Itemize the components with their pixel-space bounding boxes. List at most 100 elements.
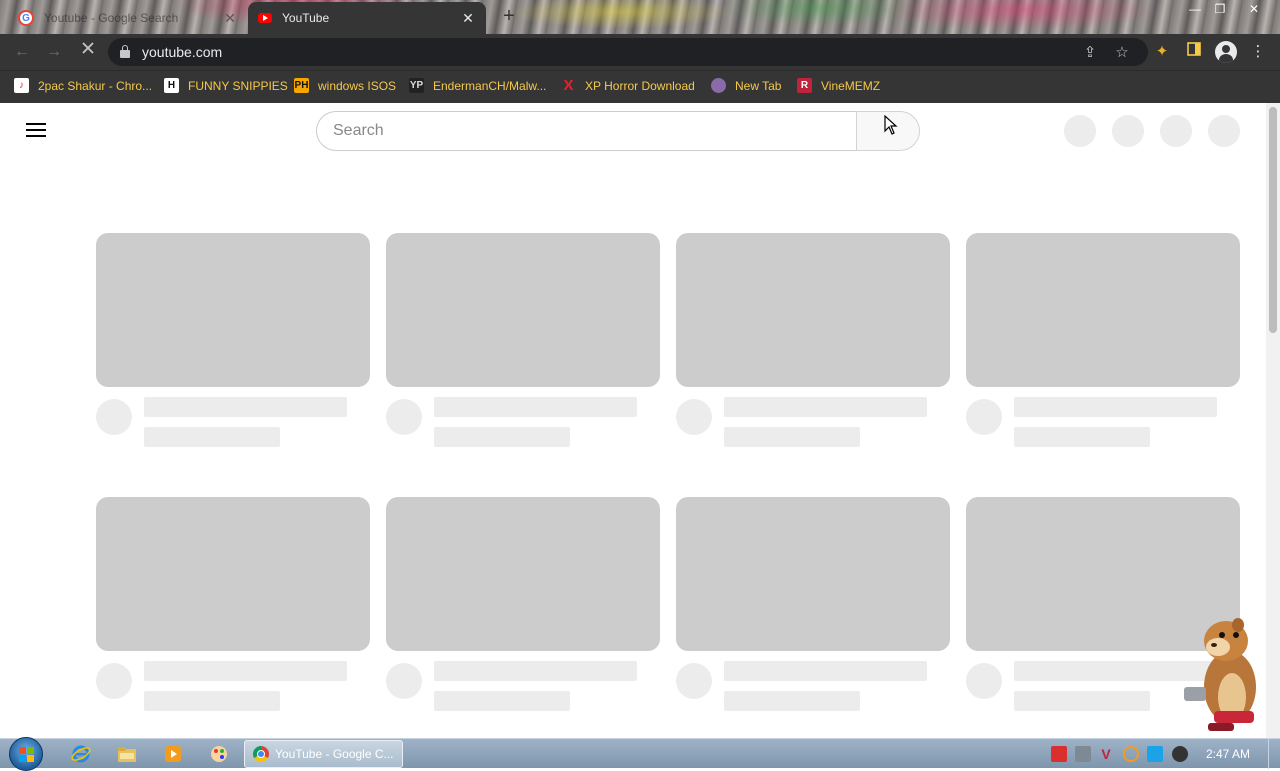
screen-recorder-tray-icon[interactable] xyxy=(1051,746,1067,762)
title-placeholder xyxy=(1014,397,1217,417)
thumbnail-placeholder xyxy=(676,497,950,651)
windows-logo-icon xyxy=(19,747,35,763)
bookmarks-bar: ♪ 2pac Shakur - Chro... H FUNNY SNIPPIES… xyxy=(0,70,1280,103)
channel-avatar-placeholder xyxy=(96,663,132,699)
new-tab-button[interactable]: + xyxy=(499,6,519,26)
profile-avatar-icon[interactable] xyxy=(1215,41,1237,63)
tab-strip: G Youtube - Google Search ✕ YouTube ✕ + … xyxy=(0,0,1280,34)
lock-icon[interactable] xyxy=(120,45,130,58)
channel-avatar-placeholder xyxy=(966,663,1002,699)
close-window-button[interactable]: ✕ xyxy=(1243,0,1265,18)
extensions-icon[interactable]: ✦ xyxy=(1152,42,1172,62)
tab-title: YouTube xyxy=(282,11,330,25)
scrollbar-thumb[interactable] xyxy=(1269,107,1277,333)
chrome-icon xyxy=(253,746,269,762)
channel-avatar-placeholder xyxy=(676,399,712,435)
bookmark-vinememz[interactable]: R VineMEMZ xyxy=(797,78,880,93)
forward-icon[interactable]: → xyxy=(42,40,66,64)
close-tab-icon[interactable]: ✕ xyxy=(460,10,476,27)
search-input[interactable] xyxy=(316,111,856,151)
google-icon: G xyxy=(18,10,34,26)
title-placeholder xyxy=(144,661,347,681)
tab-youtube[interactable]: YouTube ✕ xyxy=(248,2,486,34)
thumbnail-placeholder xyxy=(676,233,950,387)
header-placeholder-circle xyxy=(1064,115,1096,147)
minimize-button[interactable]: — xyxy=(1184,0,1206,18)
display-tray-icon[interactable] xyxy=(1147,746,1163,762)
channel-avatar-placeholder xyxy=(966,399,1002,435)
r-icon: R xyxy=(797,78,812,93)
bookmark-xp-horror[interactable]: X XP Horror Download xyxy=(561,77,694,94)
channel-avatar-placeholder xyxy=(386,663,422,699)
header-placeholder-circle xyxy=(1160,115,1192,147)
video-skeleton-card xyxy=(676,233,950,447)
subtitle-placeholder xyxy=(434,691,570,711)
header-placeholder-circle xyxy=(1112,115,1144,147)
v-tray-icon[interactable]: V xyxy=(1098,746,1114,762)
paint-icon[interactable] xyxy=(206,743,232,765)
menu-kebab-icon[interactable]: ⋮ xyxy=(1248,42,1268,62)
header-placeholder-circle xyxy=(1208,115,1240,147)
bookmark-label: 2pac Shakur - Chro... xyxy=(38,78,153,93)
subtitle-placeholder xyxy=(434,427,570,447)
bookmark-label: New Tab xyxy=(735,78,782,93)
youtube-page xyxy=(0,103,1266,738)
title-placeholder xyxy=(434,661,637,681)
bookmark-label: FUNNY SNIPPIES xyxy=(188,78,288,93)
music-icon: ♪ xyxy=(14,78,29,93)
bookmark-endermanch[interactable]: YP EndermanCH/Malw... xyxy=(409,78,546,93)
bookmark-new-tab[interactable]: New Tab xyxy=(711,78,781,93)
youtube-icon xyxy=(258,13,272,23)
close-tab-icon[interactable]: ✕ xyxy=(222,10,238,27)
url-text[interactable]: youtube.com xyxy=(142,44,222,60)
address-bar[interactable]: youtube.com ⇪ ☆ xyxy=(108,38,1148,66)
bookmark-label: VineMEMZ xyxy=(821,78,881,93)
video-skeleton-card xyxy=(386,497,660,711)
system-clock[interactable]: 2:47 AM xyxy=(1206,747,1250,761)
back-icon[interactable]: ← xyxy=(10,40,34,64)
search-tray-icon[interactable] xyxy=(1123,746,1139,762)
start-button[interactable] xyxy=(9,737,43,771)
thumbnail-placeholder xyxy=(386,497,660,651)
channel-avatar-placeholder xyxy=(676,663,712,699)
h-letter-icon: H xyxy=(164,78,179,93)
show-desktop-button[interactable] xyxy=(1268,739,1280,769)
bookmark-label: EndermanCH/Malw... xyxy=(433,78,547,93)
bookmark-star-icon[interactable]: ☆ xyxy=(1112,43,1132,61)
x-icon: X xyxy=(563,77,574,94)
title-placeholder xyxy=(144,397,347,417)
bookmark-2pac[interactable]: ♪ 2pac Shakur - Chro... xyxy=(14,78,152,93)
bookmark-windows-isos[interactable]: PH windows ISOS xyxy=(294,78,396,93)
file-explorer-icon[interactable] xyxy=(114,743,140,765)
bookmark-label: windows ISOS xyxy=(318,78,397,93)
title-placeholder xyxy=(724,661,927,681)
subtitle-placeholder xyxy=(144,691,280,711)
channel-avatar-placeholder xyxy=(96,399,132,435)
hamster-desktop-gadget[interactable] xyxy=(1178,615,1266,739)
subtitle-placeholder xyxy=(724,691,860,711)
subtitle-placeholder xyxy=(1014,691,1150,711)
title-placeholder xyxy=(724,397,927,417)
taskbar-window-youtube[interactable]: YouTube - Google C... xyxy=(244,740,403,768)
stop-loading-icon[interactable] xyxy=(76,40,100,64)
video-skeleton-card xyxy=(96,233,370,447)
page-scrollbar[interactable] xyxy=(1266,103,1280,738)
bookmark-funny-snippies[interactable]: H FUNNY SNIPPIES xyxy=(164,78,288,93)
title-placeholder xyxy=(434,397,637,417)
video-skeleton-card xyxy=(386,233,660,447)
browser-toolbar: ← → youtube.com ⇪ ☆ ✦ ⋮ xyxy=(0,34,1280,70)
network-tray-icon[interactable] xyxy=(1075,746,1091,762)
maximize-button[interactable]: ❐ xyxy=(1209,0,1231,18)
taskbar-window-title: YouTube - Google C... xyxy=(275,747,394,761)
internet-explorer-icon[interactable] xyxy=(68,743,94,765)
tab-google-search[interactable]: G Youtube - Google Search ✕ xyxy=(8,2,248,34)
share-icon[interactable]: ⇪ xyxy=(1080,43,1100,61)
menu-hamburger-icon[interactable] xyxy=(26,123,46,137)
tab-title: Youtube - Google Search xyxy=(44,11,179,25)
media-player-icon[interactable] xyxy=(160,743,186,765)
side-panel-icon[interactable] xyxy=(1184,42,1204,62)
thumbnail-placeholder xyxy=(386,233,660,387)
volume-tray-icon[interactable] xyxy=(1172,746,1188,762)
video-skeleton-card xyxy=(966,233,1240,447)
subtitle-placeholder xyxy=(144,427,280,447)
